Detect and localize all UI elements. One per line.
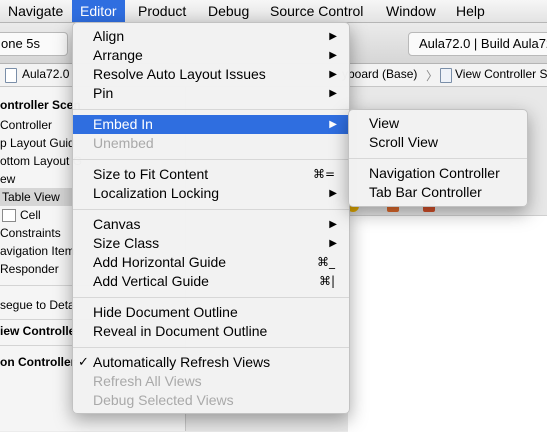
menu-editor[interactable]: Editor — [72, 0, 125, 22]
menu-item-label: Add Horizontal Guide — [93, 254, 227, 270]
editor-menu: Align ▶ Arrange ▶ Resolve Auto Layout Is… — [72, 22, 350, 414]
menu-item-size-to-fit[interactable]: Size to Fit Content ⌘= — [73, 165, 349, 184]
checkmark-icon: ✓ — [78, 355, 89, 370]
menu-item-refresh-all-views: Refresh All Views — [73, 372, 349, 391]
menu-item-automatically-refresh-views[interactable]: ✓ Automatically Refresh Views — [73, 353, 349, 372]
menu-item-label: Automatically Refresh Views — [93, 354, 271, 370]
menu-item-label: Hide Document Outline — [93, 304, 238, 320]
menu-item-label: Tab Bar Controller — [369, 184, 482, 200]
outline-row-label: avigation Item — [0, 244, 75, 258]
menu-item-add-horizontal-guide[interactable]: Add Horizontal Guide ⌘_ — [73, 253, 349, 272]
outline-row-label: Cell — [20, 208, 41, 222]
menu-item-label: Reveal in Document Outline — [93, 323, 268, 339]
submenu-item-tab-bar-controller[interactable]: Tab Bar Controller — [349, 183, 527, 202]
activity-status-field: Aula72.0 | Build Aula72 — [408, 32, 547, 56]
menu-separator — [73, 297, 349, 298]
activity-status-label: Aula72.0 | Build Aula72 — [419, 36, 547, 51]
outline-row-label: ontroller Scen — [0, 98, 81, 112]
menu-separator — [73, 347, 349, 348]
submenu-item-scroll-view[interactable]: Scroll View — [349, 133, 527, 152]
menu-item-label: Canvas — [93, 216, 141, 232]
menu-item-label: Arrange — [93, 47, 143, 63]
scheme-destination-selector[interactable]: one 5s — [0, 32, 68, 56]
menu-separator — [73, 159, 349, 160]
menu-item-label: Embed In — [93, 116, 153, 132]
outline-row-label: on Controller — [0, 355, 76, 369]
menu-item-label: Debug Selected Views — [93, 392, 234, 408]
menu-item-align[interactable]: Align ▶ — [73, 27, 349, 46]
menu-navigate[interactable]: Navigate — [0, 0, 71, 22]
menu-item-size-class[interactable]: Size Class ▶ — [73, 234, 349, 253]
submenu-arrow-icon: ▶ — [329, 69, 337, 80]
menu-item-embed-in[interactable]: Embed In ▶ — [73, 115, 349, 134]
outline-row-label: Table View — [2, 190, 60, 204]
outline-row-label: ottom Layout G — [0, 154, 83, 168]
shortcut-label: ⌘| — [318, 274, 335, 288]
menu-item-resolve-auto-layout[interactable]: Resolve Auto Layout Issues ▶ — [73, 65, 349, 84]
chevron-right-icon: 〉 — [426, 69, 439, 83]
scene-view[interactable] — [348, 215, 547, 432]
menu-item-label: Size Class — [93, 235, 160, 251]
menu-debug[interactable]: Debug — [200, 0, 257, 22]
menu-item-label: Localization Locking — [93, 185, 220, 201]
menu-item-debug-selected-views: Debug Selected Views — [73, 391, 349, 410]
menu-item-canvas[interactable]: Canvas ▶ — [73, 215, 349, 234]
menu-item-pin[interactable]: Pin ▶ — [73, 84, 349, 103]
submenu-arrow-icon: ▶ — [329, 88, 337, 99]
submenu-arrow-icon: ▶ — [329, 119, 337, 130]
jumpbar-storyboard[interactable]: yboard (Base) — [342, 67, 417, 81]
menu-item-unembed: Unembed — [73, 134, 349, 153]
menu-item-add-vertical-guide[interactable]: Add Vertical Guide ⌘| — [73, 272, 349, 291]
outline-row-label: ew — [0, 172, 16, 186]
jumpbar-scene[interactable]: View Controller Sc — [455, 67, 547, 81]
embed-in-submenu: View Scroll View Navigation Controller T… — [348, 109, 528, 207]
document-icon — [5, 68, 17, 83]
submenu-arrow-icon: ▶ — [329, 31, 337, 42]
menu-item-label: Scroll View — [369, 134, 438, 150]
submenu-item-view[interactable]: View — [349, 114, 527, 133]
table-cell-icon — [2, 209, 16, 222]
submenu-arrow-icon: ▶ — [329, 238, 337, 249]
menu-separator — [349, 158, 527, 159]
view-controller-icon — [440, 68, 452, 83]
menu-item-arrange[interactable]: Arrange ▶ — [73, 46, 349, 65]
menu-separator — [73, 209, 349, 210]
outline-row-label: p Layout Guid — [0, 136, 75, 150]
shortcut-label: ⌘= — [312, 167, 335, 181]
menu-item-label: Resolve Auto Layout Issues — [93, 66, 266, 82]
outline-row-label: Constraints — [0, 226, 61, 240]
menu-item-label: Pin — [93, 85, 114, 101]
menu-item-label: View — [369, 115, 400, 131]
submenu-arrow-icon: ▶ — [329, 188, 337, 199]
menu-item-label: Navigation Controller — [369, 165, 500, 181]
jumpbar-project[interactable]: Aula72.0 — [22, 67, 69, 81]
menu-separator — [73, 109, 349, 110]
menu-bar: Navigate Editor Product Debug Source Con… — [0, 0, 547, 23]
outline-row-label: Responder — [0, 262, 59, 276]
menu-item-hide-document-outline[interactable]: Hide Document Outline — [73, 303, 349, 322]
outline-row-label: segue to Deta — [0, 298, 75, 312]
menu-item-label: Unembed — [93, 135, 154, 151]
menu-window[interactable]: Window — [378, 0, 444, 22]
menu-item-reveal-in-document-outline[interactable]: Reveal in Document Outline — [73, 322, 349, 341]
outline-row-label: iew Controlle — [0, 324, 76, 338]
submenu-arrow-icon: ▶ — [329, 219, 337, 230]
menu-product[interactable]: Product — [130, 0, 194, 22]
menu-item-label: Size to Fit Content — [93, 166, 209, 182]
outline-row-label: Controller — [0, 118, 53, 132]
menu-item-label: Refresh All Views — [93, 373, 202, 389]
menu-item-label: Add Vertical Guide — [93, 273, 209, 289]
scheme-destination-label: one 5s — [1, 36, 41, 51]
submenu-item-navigation-controller[interactable]: Navigation Controller — [349, 164, 527, 183]
menu-item-label: Align — [93, 28, 125, 44]
shortcut-label: ⌘_ — [317, 255, 335, 269]
menu-item-localization-locking[interactable]: Localization Locking ▶ — [73, 184, 349, 203]
menu-help[interactable]: Help — [448, 0, 493, 22]
menu-source-control[interactable]: Source Control — [262, 0, 371, 22]
submenu-arrow-icon: ▶ — [329, 50, 337, 61]
